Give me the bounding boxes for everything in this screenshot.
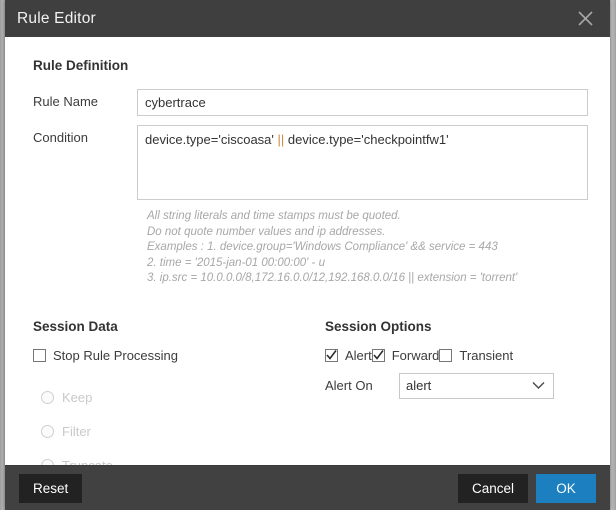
condition-help-text: All string literals and time stamps must… <box>147 209 596 287</box>
transient-checkbox-label: Transient <box>459 348 513 363</box>
rule-editor-dialog: Rule Editor Rule Definition Rule Name Co… <box>5 0 610 510</box>
dialog-title: Rule Editor <box>17 10 96 28</box>
condition-right-text: device.type='checkpointfw1' <box>284 132 448 147</box>
forward-checkbox[interactable]: Forward <box>372 348 440 363</box>
condition-left-text: device.type='ciscoasa' <box>145 132 278 147</box>
help-line-1: All string literals and time stamps must… <box>147 209 596 225</box>
help-line-3: Examples : 1. device.group='Windows Comp… <box>147 240 596 256</box>
radio-keep: Keep <box>41 381 319 415</box>
checkbox-box-icon <box>439 349 452 362</box>
session-options-checkbox-group: Alert Forward Transien <box>325 348 596 363</box>
checkbox-box-icon <box>33 349 46 362</box>
condition-label: Condition <box>33 125 137 145</box>
session-options-heading: Session Options <box>325 319 596 334</box>
reset-button[interactable]: Reset <box>19 474 82 503</box>
session-data-heading: Session Data <box>33 319 319 334</box>
radio-filter: Filter <box>41 415 319 449</box>
stop-rule-processing-label: Stop Rule Processing <box>53 348 178 363</box>
radio-circle-icon <box>41 459 54 465</box>
alert-on-dropdown[interactable]: alert <box>399 373 554 399</box>
dialog-footer: Reset Cancel OK <box>5 465 610 510</box>
alert-checkbox[interactable]: Alert <box>325 348 372 363</box>
rule-name-label: Rule Name <box>33 89 137 109</box>
rule-definition-heading: Rule Definition <box>33 58 596 73</box>
stop-rule-processing-checkbox[interactable]: Stop Rule Processing <box>33 348 319 363</box>
help-line-4: 2. time = '2015-jan-01 00:00:00' - u <box>147 256 596 272</box>
radio-circle-icon <box>41 425 54 438</box>
help-line-2: Do not quote number values and ip addres… <box>147 225 596 241</box>
radio-filter-label: Filter <box>62 424 91 439</box>
alert-on-value: alert <box>406 378 532 393</box>
screen: Rule Editor Rule Definition Rule Name Co… <box>0 0 616 510</box>
alert-on-label: Alert On <box>325 378 399 393</box>
session-data-section: Session Data Stop Rule Processing Keep F… <box>19 314 319 466</box>
options-columns: Session Data Stop Rule Processing Keep F… <box>19 314 596 466</box>
cancel-button[interactable]: Cancel <box>458 474 528 503</box>
radio-keep-label: Keep <box>62 390 92 405</box>
transient-checkbox[interactable]: Transient <box>439 348 513 363</box>
session-data-radio-group: Keep Filter Truncate <box>19 381 319 466</box>
alert-checkbox-label: Alert <box>345 348 372 363</box>
help-line-5: 3. ip.src = 10.0.0.0/8,172.16.0.0/12,192… <box>147 271 596 287</box>
ok-button[interactable]: OK <box>536 474 596 503</box>
alert-on-row: Alert On alert <box>325 373 596 399</box>
radio-truncate: Truncate <box>41 449 319 466</box>
condition-input[interactable]: device.type='ciscoasa' || device.type='c… <box>137 125 588 200</box>
dialog-titlebar: Rule Editor <box>5 0 610 37</box>
radio-circle-icon <box>41 391 54 404</box>
close-icon[interactable] <box>568 0 602 37</box>
dialog-body: Rule Definition Rule Name Condition devi… <box>5 37 610 465</box>
rule-name-row: Rule Name <box>19 89 596 116</box>
condition-row: Condition device.type='ciscoasa' || devi… <box>19 125 596 200</box>
chevron-down-icon <box>532 381 545 390</box>
session-options-section: Session Options Alert <box>319 314 596 466</box>
checkbox-checked-icon <box>325 349 338 362</box>
forward-checkbox-label: Forward <box>392 348 440 363</box>
rule-name-input[interactable] <box>137 89 588 116</box>
checkbox-checked-icon <box>372 349 385 362</box>
radio-truncate-label: Truncate <box>62 458 113 465</box>
